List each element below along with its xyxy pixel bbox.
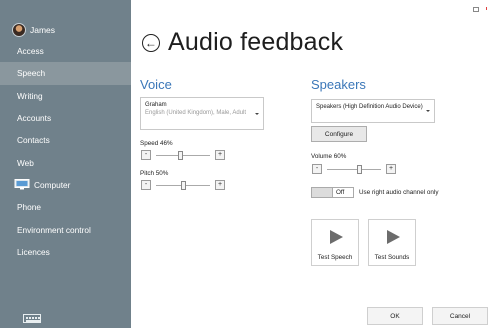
speed-increase-button[interactable]: +	[215, 150, 225, 160]
volume-increase-button[interactable]: +	[386, 164, 396, 174]
sidebar-item-environment-control[interactable]: Environment control	[0, 218, 131, 240]
pitch-decrease-button[interactable]: -	[141, 180, 151, 190]
sidebar-item-computer[interactable]: Computer	[0, 174, 131, 196]
test-speech-label: Test Speech	[317, 254, 353, 261]
test-sounds-label: Test Sounds	[374, 254, 410, 261]
chevron-down-icon	[255, 112, 259, 115]
volume-slider[interactable]: - +	[311, 164, 397, 175]
right-channel-toggle[interactable]: Off	[311, 187, 354, 198]
volume-thumb[interactable]	[356, 165, 362, 174]
sidebar-item-label: Licences	[17, 246, 50, 257]
play-icon	[330, 230, 343, 244]
voice-section-title: Voice	[140, 77, 172, 92]
sidebar-item-licences[interactable]: Licences	[0, 241, 131, 263]
ok-button[interactable]: OK	[367, 307, 423, 325]
sidebar-nav: Access Speech Writing Accounts Contacts …	[0, 40, 131, 263]
keyboard-icon[interactable]	[23, 314, 41, 323]
pitch-thumb[interactable]	[180, 181, 186, 190]
sidebar: James Access Speech Writing Accounts Con…	[0, 0, 131, 328]
speaker-device-select[interactable]: Speakers (High Definition Audio Device)	[311, 99, 435, 123]
play-icon	[387, 230, 400, 244]
speed-thumb[interactable]	[178, 151, 184, 160]
sidebar-item-label: Accounts	[17, 113, 52, 124]
page-header: ← Audio feedback	[142, 28, 343, 57]
speaker-device: Speakers (High Definition Audio Device)	[316, 104, 423, 110]
chevron-down-icon	[426, 110, 430, 112]
user-profile[interactable]: James	[12, 21, 55, 39]
sidebar-item-label: Web	[17, 157, 34, 168]
page-title: Audio feedback	[168, 28, 344, 56]
test-speech-button[interactable]: Test Speech	[311, 219, 359, 266]
pitch-label: Pitch 50%	[140, 170, 169, 177]
speakers-section-title: Speakers	[311, 77, 366, 92]
volume-decrease-button[interactable]: -	[312, 164, 322, 174]
toggle-knob	[312, 188, 333, 197]
sidebar-item-label: Speech	[17, 68, 46, 79]
monitor-icon	[14, 179, 30, 190]
window-edge-icon	[486, 7, 487, 10]
sidebar-item-speech[interactable]: Speech	[0, 62, 131, 85]
sidebar-item-phone[interactable]: Phone	[0, 196, 131, 218]
sidebar-item-label: Phone	[17, 202, 41, 213]
voice-name: Graham	[145, 102, 167, 108]
back-arrow-icon[interactable]: ←	[142, 33, 160, 52]
sidebar-item-label: Writing	[17, 90, 43, 101]
cancel-button[interactable]: Cancel	[432, 307, 488, 325]
test-sounds-button[interactable]: Test Sounds	[368, 219, 416, 266]
restore-window-icon[interactable]	[473, 7, 479, 12]
speed-label: Speed 46%	[140, 140, 173, 147]
toggle-state: Off	[336, 189, 345, 196]
user-name: James	[30, 25, 56, 35]
sidebar-item-accounts[interactable]: Accounts	[0, 107, 131, 129]
speed-slider[interactable]: - +	[140, 150, 226, 161]
sidebar-item-label: Computer	[34, 179, 71, 190]
sidebar-item-writing[interactable]: Writing	[0, 85, 131, 107]
voice-select[interactable]: Graham English (United Kingdom), Male, A…	[140, 97, 264, 130]
volume-label: Volume 60%	[311, 153, 347, 160]
sidebar-item-contacts[interactable]: Contacts	[0, 129, 131, 151]
pitch-slider[interactable]: - +	[140, 180, 226, 191]
right-channel-caption: Use right audio channel only	[359, 189, 439, 196]
voice-detail: English (United Kingdom), Male, Adult	[145, 110, 247, 116]
sidebar-item-access[interactable]: Access	[0, 40, 131, 62]
sidebar-item-web[interactable]: Web	[0, 151, 131, 173]
avatar	[12, 23, 26, 37]
sidebar-item-label: Environment control	[17, 224, 91, 235]
pitch-increase-button[interactable]: +	[215, 180, 225, 190]
speed-decrease-button[interactable]: -	[141, 150, 151, 160]
configure-button[interactable]: Configure	[311, 126, 367, 142]
volume-track	[327, 169, 381, 170]
sidebar-item-label: Access	[17, 46, 44, 57]
sidebar-item-label: Contacts	[17, 135, 50, 146]
